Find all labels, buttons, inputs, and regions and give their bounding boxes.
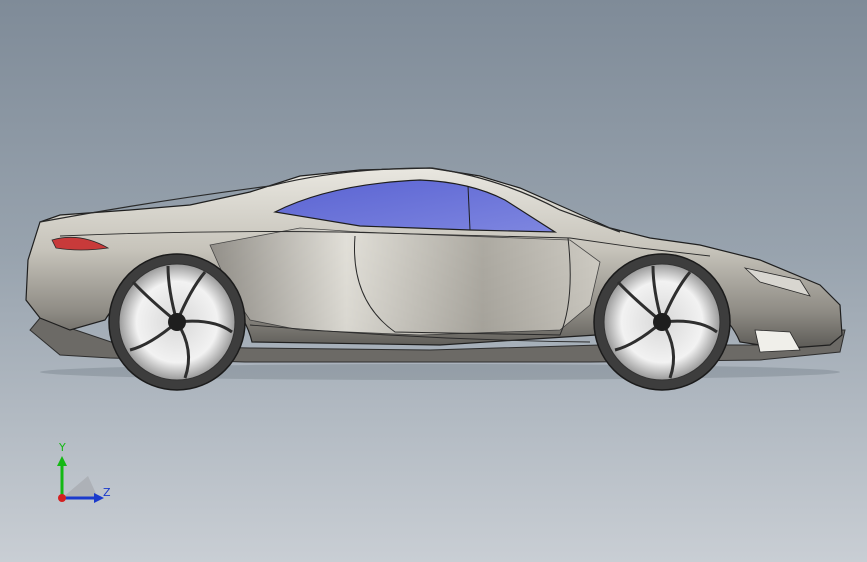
car-model[interactable] [0, 0, 867, 562]
front-wheel[interactable] [593, 253, 731, 391]
graphics-viewport[interactable]: Y Z [0, 0, 867, 562]
side-panel [209, 227, 601, 336]
rear-wheel[interactable] [108, 253, 246, 391]
y-axis-label: Y [59, 441, 66, 454]
z-axis-label: Z [103, 486, 111, 499]
coordinate-triad: Y Z [48, 440, 118, 510]
